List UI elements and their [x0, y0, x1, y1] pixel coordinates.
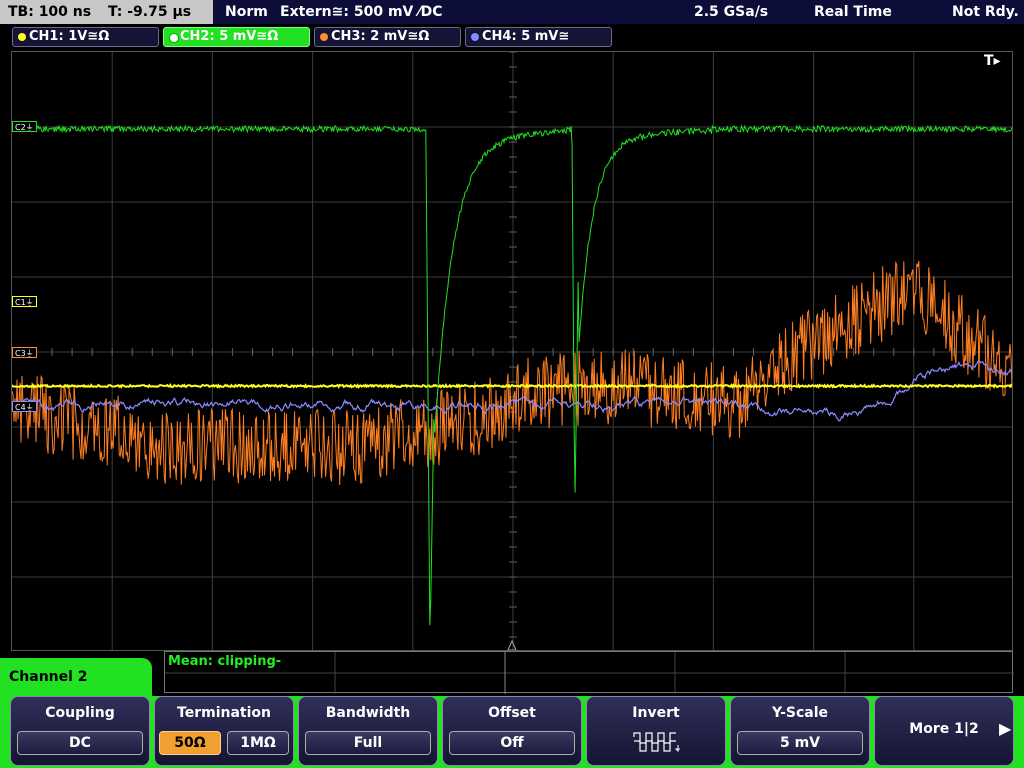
trigger-time-value: T: -9.75 µs [107, 4, 192, 20]
ch3-label: CH3: 2 mV≅Ω [331, 29, 430, 44]
trigger-mode[interactable]: Norm [225, 0, 268, 24]
yscale-value: 5 mV [737, 731, 863, 755]
measurement-area [164, 651, 1014, 694]
ch4-dot-icon [471, 33, 479, 41]
offset-label: Offset [488, 705, 536, 721]
ch4-label: CH4: 5 mV≅ [482, 29, 570, 44]
panel-title: Channel 2 [9, 669, 88, 685]
ready-status: Not Rdy. [952, 4, 1019, 20]
termination-1mohm-option[interactable]: 1MΩ [227, 731, 289, 755]
channel-panel-tab: Channel 2 [0, 658, 152, 698]
invert-button[interactable]: Invert [586, 696, 726, 766]
ch2-ground-marker[interactable]: C2⏚ [12, 121, 37, 132]
status-bar: TB: 100 ns T: -9.75 µs Norm Extern≅: 500… [0, 0, 1024, 24]
tab-ch3[interactable]: CH3: 2 mV≅Ω [314, 27, 461, 47]
ch2-dot-icon [169, 33, 179, 43]
sample-rate: 2.5 GSa/s [694, 4, 769, 20]
ch3-ground-marker[interactable]: C3⏚ [12, 347, 37, 358]
trigger-source[interactable]: Extern≅: 500 mV ⁄DC [280, 0, 442, 24]
coupling-value: DC [17, 731, 143, 755]
yscale-button[interactable]: Y-Scale 5 mV [730, 696, 870, 766]
termination-button[interactable]: Termination 50Ω 1MΩ [154, 696, 294, 766]
more-label: More 1|2 [909, 721, 979, 737]
tab-ch1[interactable]: CH1: 1V≅Ω [12, 27, 159, 47]
termination-label: Termination [177, 705, 271, 721]
waveform-display[interactable] [11, 51, 1013, 651]
termination-50ohm-option[interactable]: 50Ω [159, 731, 221, 755]
coupling-label: Coupling [45, 705, 115, 721]
measurement-result: Mean: clipping- [168, 654, 282, 669]
ch1-dot-icon [18, 33, 26, 41]
coupling-button[interactable]: Coupling DC [10, 696, 150, 766]
measurement-grid [165, 652, 1014, 694]
trigger-position-icon [507, 639, 517, 650]
chevron-right-icon: ▶ [999, 719, 1012, 738]
ch1-ground-marker[interactable]: C1⏚ [12, 296, 37, 307]
invert-waveform-icon [633, 732, 680, 753]
bandwidth-button[interactable]: Bandwidth Full [298, 696, 438, 766]
more-button[interactable]: More 1|2 ▶ [874, 696, 1014, 766]
invert-label: Invert [632, 705, 680, 721]
ch1-label: CH1: 1V≅Ω [29, 29, 110, 44]
offset-button[interactable]: Offset Off [442, 696, 582, 766]
waveform-svg [12, 52, 1012, 650]
bandwidth-value: Full [305, 731, 431, 755]
offset-value: Off [449, 731, 575, 755]
trigger-marker-icon: T▸ [984, 53, 1001, 69]
timebase-value: TB: 100 ns [8, 4, 92, 20]
tab-ch4[interactable]: CH4: 5 mV≅ [465, 27, 612, 47]
ch3-dot-icon [320, 33, 328, 41]
acquisition-mode[interactable]: Real Time [814, 0, 892, 24]
bandwidth-label: Bandwidth [325, 705, 411, 721]
yscale-label: Y-Scale [771, 705, 828, 721]
timebase-box[interactable]: TB: 100 ns T: -9.75 µs [0, 0, 213, 24]
ch4-ground-marker[interactable]: C4⏚ [12, 401, 37, 412]
ch2-label: CH2: 5 mV≅Ω [180, 29, 279, 44]
tab-ch2[interactable]: CH2: 5 mV≅Ω [163, 27, 310, 47]
channel-tabs: CH1: 1V≅Ω CH2: 5 mV≅Ω CH3: 2 mV≅Ω CH4: 5… [0, 24, 1024, 50]
